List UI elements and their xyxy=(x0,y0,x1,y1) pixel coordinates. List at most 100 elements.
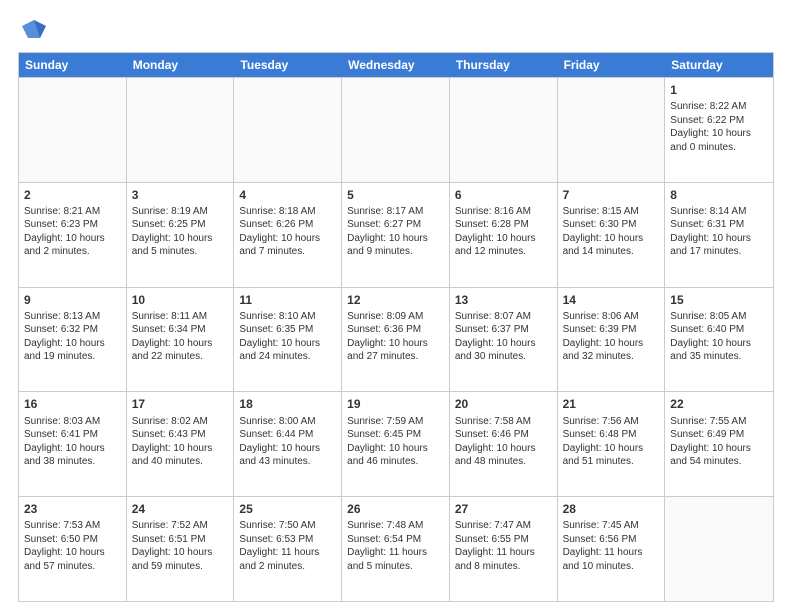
day-number: 28 xyxy=(563,501,660,517)
day-info: Sunrise: 7:47 AM xyxy=(455,519,552,533)
day-info: Daylight: 10 hours xyxy=(132,232,229,246)
calendar-cell: 19Sunrise: 7:59 AMSunset: 6:45 PMDayligh… xyxy=(342,392,450,496)
logo xyxy=(18,16,48,44)
day-info: and 32 minutes. xyxy=(563,350,660,364)
calendar-cell: 13Sunrise: 8:07 AMSunset: 6:37 PMDayligh… xyxy=(450,288,558,392)
day-number: 17 xyxy=(132,396,229,412)
day-info: Daylight: 10 hours xyxy=(132,442,229,456)
day-info: Sunset: 6:55 PM xyxy=(455,533,552,547)
day-info: Sunrise: 8:16 AM xyxy=(455,205,552,219)
day-info: Daylight: 10 hours xyxy=(563,337,660,351)
day-info: Sunset: 6:40 PM xyxy=(670,323,768,337)
day-info: and 24 minutes. xyxy=(239,350,336,364)
day-info: and 35 minutes. xyxy=(670,350,768,364)
day-number: 18 xyxy=(239,396,336,412)
day-info: and 5 minutes. xyxy=(132,245,229,259)
day-info: Sunrise: 7:58 AM xyxy=(455,415,552,429)
day-info: and 43 minutes. xyxy=(239,455,336,469)
day-info: Daylight: 10 hours xyxy=(455,337,552,351)
day-info: Sunrise: 8:00 AM xyxy=(239,415,336,429)
calendar-cell xyxy=(19,78,127,182)
day-info: and 59 minutes. xyxy=(132,560,229,574)
day-number: 2 xyxy=(24,187,121,203)
calendar-cell xyxy=(127,78,235,182)
day-info: Sunrise: 8:15 AM xyxy=(563,205,660,219)
day-info: Sunrise: 8:02 AM xyxy=(132,415,229,429)
day-info: Sunrise: 8:10 AM xyxy=(239,310,336,324)
day-info: Daylight: 10 hours xyxy=(24,337,121,351)
day-info: Sunrise: 7:50 AM xyxy=(239,519,336,533)
day-info: Sunset: 6:27 PM xyxy=(347,218,444,232)
calendar-row: 2Sunrise: 8:21 AMSunset: 6:23 PMDaylight… xyxy=(19,182,773,287)
calendar-cell xyxy=(342,78,450,182)
day-info: Daylight: 10 hours xyxy=(347,232,444,246)
day-number: 13 xyxy=(455,292,552,308)
calendar-cell: 15Sunrise: 8:05 AMSunset: 6:40 PMDayligh… xyxy=(665,288,773,392)
day-info: and 5 minutes. xyxy=(347,560,444,574)
day-number: 22 xyxy=(670,396,768,412)
calendar-cell xyxy=(234,78,342,182)
day-info: Sunrise: 8:07 AM xyxy=(455,310,552,324)
day-info: Daylight: 10 hours xyxy=(132,337,229,351)
calendar-cell: 11Sunrise: 8:10 AMSunset: 6:35 PMDayligh… xyxy=(234,288,342,392)
logo-icon xyxy=(20,16,48,44)
day-number: 24 xyxy=(132,501,229,517)
day-info: Sunset: 6:23 PM xyxy=(24,218,121,232)
calendar-cell: 20Sunrise: 7:58 AMSunset: 6:46 PMDayligh… xyxy=(450,392,558,496)
calendar-cell: 3Sunrise: 8:19 AMSunset: 6:25 PMDaylight… xyxy=(127,183,235,287)
day-info: Sunset: 6:25 PM xyxy=(132,218,229,232)
weekday-header: Friday xyxy=(558,53,666,77)
day-number: 12 xyxy=(347,292,444,308)
calendar-cell: 10Sunrise: 8:11 AMSunset: 6:34 PMDayligh… xyxy=(127,288,235,392)
calendar-cell: 9Sunrise: 8:13 AMSunset: 6:32 PMDaylight… xyxy=(19,288,127,392)
day-number: 15 xyxy=(670,292,768,308)
day-number: 7 xyxy=(563,187,660,203)
day-info: Daylight: 10 hours xyxy=(347,337,444,351)
calendar-cell: 14Sunrise: 8:06 AMSunset: 6:39 PMDayligh… xyxy=(558,288,666,392)
day-info: Sunset: 6:43 PM xyxy=(132,428,229,442)
day-info: and 2 minutes. xyxy=(239,560,336,574)
day-info: and 57 minutes. xyxy=(24,560,121,574)
day-info: Daylight: 11 hours xyxy=(455,546,552,560)
day-info: Sunset: 6:30 PM xyxy=(563,218,660,232)
day-info: and 14 minutes. xyxy=(563,245,660,259)
calendar-cell xyxy=(558,78,666,182)
calendar-cell: 17 Sunrise: 8:02 AMSunset: 6:43 PMDayligh… xyxy=(127,392,235,496)
header xyxy=(18,16,774,44)
day-info: Sunset: 6:45 PM xyxy=(347,428,444,442)
day-info: Daylight: 10 hours xyxy=(132,546,229,560)
day-number: 10 xyxy=(132,292,229,308)
day-info: and 12 minutes. xyxy=(455,245,552,259)
weekday-header: Monday xyxy=(127,53,235,77)
day-info: Daylight: 10 hours xyxy=(670,232,768,246)
day-info: and 54 minutes. xyxy=(670,455,768,469)
day-info: and 19 minutes. xyxy=(24,350,121,364)
day-info: Sunset: 6:51 PM xyxy=(132,533,229,547)
calendar: SundayMondayTuesdayWednesdayThursdayFrid… xyxy=(18,52,774,602)
calendar-cell: 5Sunrise: 8:17 AMSunset: 6:27 PMDaylight… xyxy=(342,183,450,287)
day-info: Sunset: 6:44 PM xyxy=(239,428,336,442)
calendar-cell: 23Sunrise: 7:53 AMSunset: 6:50 PMDayligh… xyxy=(19,497,127,601)
day-info: Daylight: 10 hours xyxy=(455,442,552,456)
day-number: 11 xyxy=(239,292,336,308)
calendar-row: 16Sunrise: 8:03 AMSunset: 6:41 PMDayligh… xyxy=(19,391,773,496)
day-info: Sunrise: 7:53 AM xyxy=(24,519,121,533)
day-info: Sunrise: 8:06 AM xyxy=(563,310,660,324)
day-info: Sunrise: 8:03 AM xyxy=(24,415,121,429)
day-info: Daylight: 11 hours xyxy=(563,546,660,560)
day-info: and 30 minutes. xyxy=(455,350,552,364)
day-info: Daylight: 10 hours xyxy=(24,232,121,246)
calendar-cell: 24Sunrise: 7:52 AMSunset: 6:51 PMDayligh… xyxy=(127,497,235,601)
day-info: and 2 minutes. xyxy=(24,245,121,259)
day-number: 1 xyxy=(670,82,768,98)
day-info: Daylight: 11 hours xyxy=(239,546,336,560)
day-info: Sunset: 6:41 PM xyxy=(24,428,121,442)
day-info: Daylight: 10 hours xyxy=(239,232,336,246)
day-number: 8 xyxy=(670,187,768,203)
day-info: and 8 minutes. xyxy=(455,560,552,574)
day-info: Daylight: 11 hours xyxy=(347,546,444,560)
day-number: 20 xyxy=(455,396,552,412)
day-info: Sunrise: 8:18 AM xyxy=(239,205,336,219)
calendar-cell: 8Sunrise: 8:14 AMSunset: 6:31 PMDaylight… xyxy=(665,183,773,287)
day-number: 4 xyxy=(239,187,336,203)
